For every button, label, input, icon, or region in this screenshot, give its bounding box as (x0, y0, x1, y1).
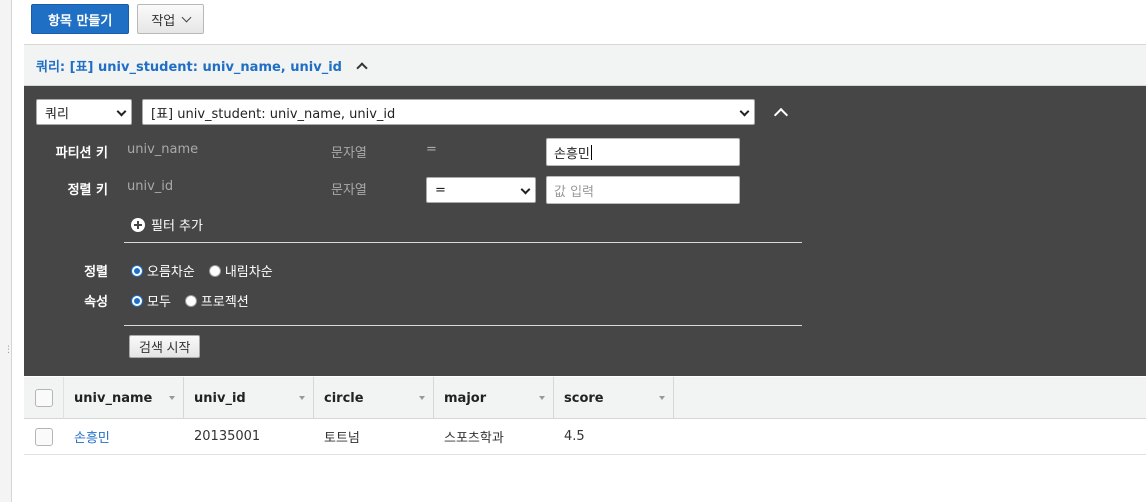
dropdown-arrow-icon (739, 106, 750, 117)
sort-caret-icon[interactable] (299, 396, 305, 400)
column-label: circle (324, 390, 364, 406)
partition-key-operator: = (426, 142, 437, 157)
cell-major: 스포츠학과 (444, 431, 504, 446)
sort-key-placeholder: 값 입력 (554, 184, 595, 200)
query-header-label: 쿼리: [표] univ_student: univ_name, univ_id (36, 59, 342, 75)
column-label: score (564, 390, 604, 406)
descending-label[interactable]: 내림차순 (225, 261, 273, 280)
actions-dropdown-button[interactable]: 작업 (137, 4, 205, 34)
attributes-label: 속성 (84, 295, 108, 310)
column-header-circle[interactable]: circle (314, 377, 434, 419)
sort-key-operator-select[interactable]: = (426, 177, 536, 203)
attributes-options: 모두 프로젝션 (131, 291, 259, 310)
divider (124, 242, 802, 243)
select-all-checkbox[interactable] (34, 389, 53, 407)
sort-key-operator-value: = (435, 182, 446, 198)
cell-univ-id: 20135001 (194, 429, 261, 444)
sort-caret-icon[interactable] (419, 396, 425, 400)
column-header-major[interactable]: major (434, 377, 554, 419)
sort-order-label: 정렬 (84, 265, 108, 280)
sort-caret-icon[interactable] (169, 396, 175, 400)
toolbar: 항목 만들기 작업 (31, 4, 205, 34)
start-search-button[interactable]: 검색 시작 (129, 335, 201, 358)
add-filter-label: 필터 추가 (151, 219, 203, 234)
select-all-cell (24, 377, 64, 419)
results-table-header: univ_name univ_id circle major score (24, 377, 1146, 419)
sort-key-value-input[interactable]: 값 입력 (546, 176, 740, 204)
sort-caret-icon[interactable] (659, 396, 665, 400)
dropdown-arrow-icon (520, 184, 531, 195)
row-select-cell (24, 427, 64, 446)
column-label: major (444, 390, 487, 406)
all-attributes-label[interactable]: 모두 (147, 291, 171, 310)
create-item-button[interactable]: 항목 만들기 (31, 4, 130, 34)
partition-key-value-input[interactable]: 손흥민 (546, 138, 740, 166)
mode-select-value: 쿼리 (45, 106, 69, 122)
table-select-value: [표] univ_student: univ_name, univ_id (151, 106, 396, 122)
cell-circle: 토트넘 (324, 431, 360, 446)
projection-label[interactable]: 프로젝션 (201, 291, 249, 310)
cell-univ-name[interactable]: 손흥민 (64, 427, 184, 446)
actions-label: 작업 (151, 13, 176, 29)
mode-select[interactable]: 쿼리 (36, 99, 132, 125)
column-label: univ_id (194, 390, 246, 406)
add-filter-button[interactable]: 필터 추가 (131, 215, 203, 234)
resize-handle-icon[interactable]: ⋮ (4, 346, 13, 368)
partition-key-value: 손흥민 (554, 146, 590, 162)
table-row[interactable]: 손흥민 20135001 토트넘 스포츠학과 4.5 (24, 419, 1146, 455)
descending-radio[interactable] (208, 264, 221, 277)
row-checkbox[interactable] (35, 427, 53, 446)
partition-key-attribute: univ_name (127, 142, 199, 157)
sort-order-options: 오름차순 내림차순 (131, 261, 283, 280)
column-header-univ-name[interactable]: univ_name (64, 377, 184, 419)
text-caret (590, 144, 592, 160)
ascending-label[interactable]: 오름차순 (147, 261, 195, 280)
column-label: univ_name (74, 390, 153, 406)
left-gutter: ⋮ (0, 0, 13, 502)
column-header-score[interactable]: score (554, 377, 674, 419)
sort-caret-icon[interactable] (539, 396, 545, 400)
sort-key-attribute: univ_id (127, 179, 174, 194)
all-attributes-radio[interactable] (131, 294, 143, 307)
chevron-up-icon[interactable] (356, 62, 368, 74)
projection-radio[interactable] (184, 294, 197, 307)
query-panel: 쿼리 [표] univ_student: univ_name, univ_id … (24, 86, 1146, 376)
sort-key-label: 정렬 키 (67, 183, 108, 198)
collapse-panel-icon[interactable] (773, 107, 789, 123)
partition-key-label: 파티션 키 (55, 146, 108, 161)
column-header-univ-id[interactable]: univ_id (184, 377, 314, 419)
plus-circle-icon (131, 217, 145, 232)
table-select[interactable]: [표] univ_student: univ_name, univ_id (142, 99, 755, 125)
divider (124, 325, 802, 326)
chevron-down-icon (181, 12, 192, 22)
partition-key-type: 문자열 (331, 146, 367, 161)
query-header[interactable]: 쿼리: [표] univ_student: univ_name, univ_id (24, 44, 1146, 86)
dropdown-arrow-icon (116, 106, 127, 117)
sort-key-type: 문자열 (331, 183, 367, 198)
ascending-radio[interactable] (131, 264, 143, 277)
cell-score: 4.5 (564, 429, 585, 444)
